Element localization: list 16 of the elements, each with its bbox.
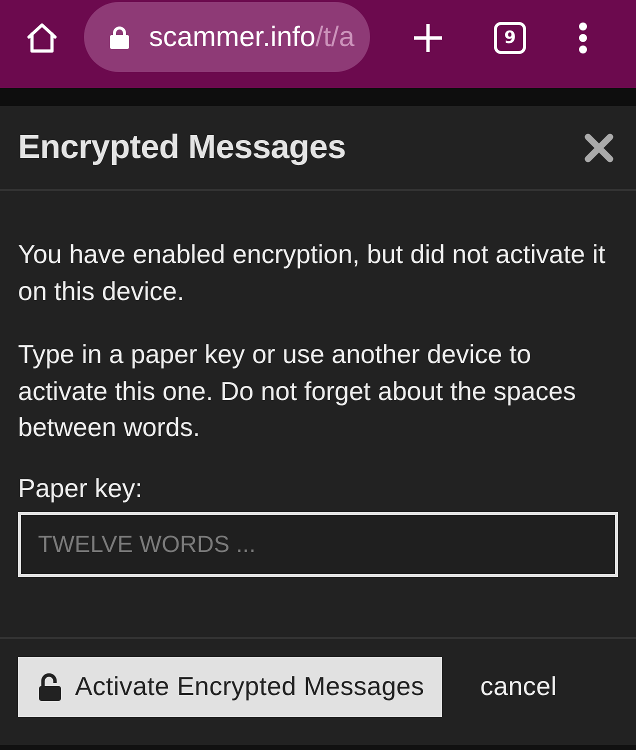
tab-count-button[interactable]: 9 (494, 22, 526, 54)
unlock-icon (38, 672, 62, 700)
paper-key-field[interactable]: TWELVE WORDS ... (18, 512, 618, 576)
menu-icon[interactable] (578, 22, 588, 54)
field-label: Paper key: (18, 472, 144, 502)
address-bar[interactable]: scammer.info/t/a (84, 2, 370, 72)
new-tab-icon[interactable] (413, 23, 443, 53)
url-text: scammer.info/t/a (149, 21, 354, 53)
dialog-title: Encrypted Messages (18, 128, 346, 166)
activate-button[interactable]: Activate Encrypted Messages (18, 656, 442, 716)
message-text: Type in a paper key or use another device to activate this one. Do not forget about the spaces between words. (18, 338, 577, 444)
lock-icon (110, 26, 129, 48)
message-text: You have enabled encryption, but did not activate it on this device. (18, 238, 606, 308)
cancel-link[interactable]: cancel (480, 671, 557, 702)
home-icon[interactable] (26, 22, 58, 54)
close-icon[interactable] (584, 132, 614, 162)
